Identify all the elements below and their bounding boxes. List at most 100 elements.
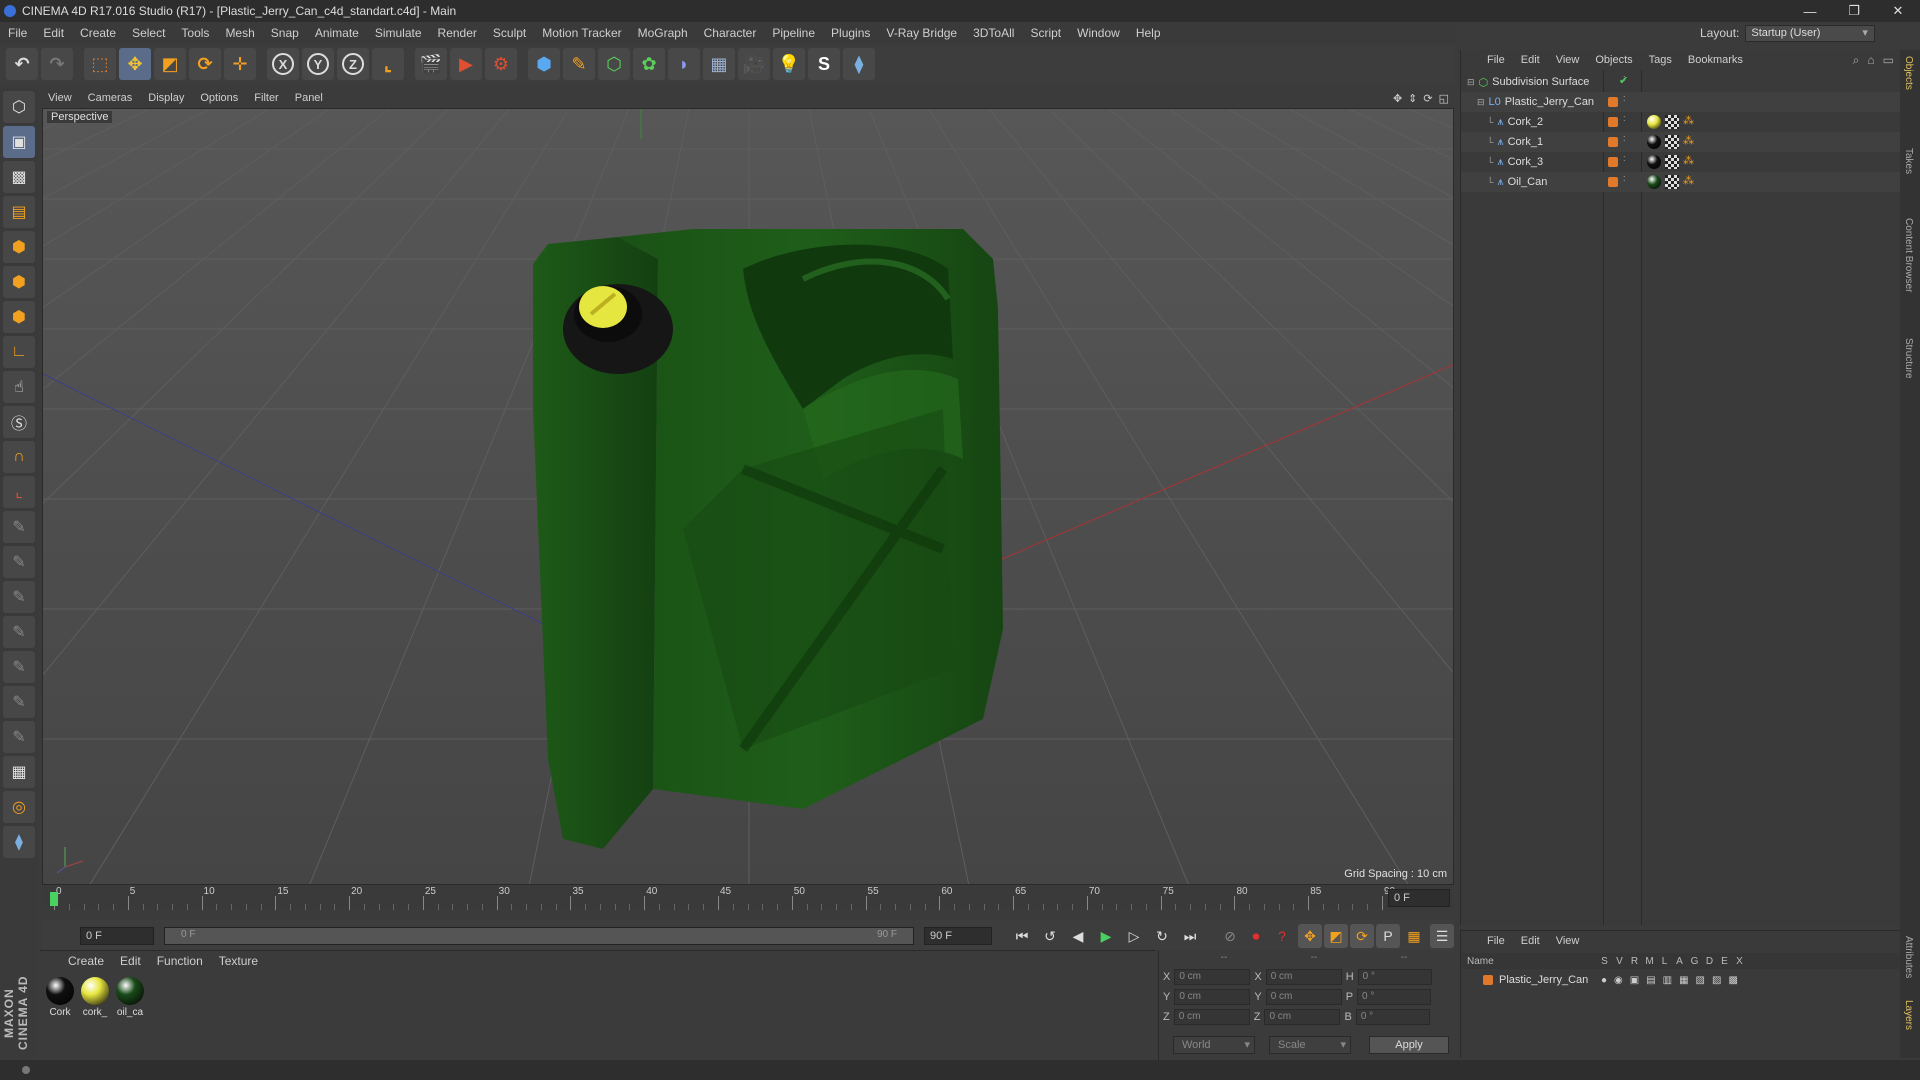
menu-simulate[interactable]: Simulate <box>367 26 430 40</box>
coordinate-system-button[interactable]: ⌞ <box>372 48 404 80</box>
key-position-button[interactable]: ✥ <box>1298 924 1322 948</box>
brush-tool-7[interactable]: ✎ <box>3 721 35 753</box>
layer-menu-edit[interactable]: Edit <box>1513 935 1548 947</box>
phong-tag-icon[interactable]: ⁂ <box>1683 154 1694 167</box>
key-rotation-button[interactable]: ⟳ <box>1350 924 1374 948</box>
right-tab-content-browser[interactable]: Content Browser <box>1903 218 1914 292</box>
coord-mode-dropdown[interactable]: Scale ▾ <box>1269 1036 1351 1054</box>
tree-expand-icon[interactable]: └ <box>1487 137 1493 147</box>
home-icon[interactable]: ⌂ <box>1867 53 1874 68</box>
deformer-button[interactable]: ◗ <box>668 48 700 80</box>
menu-mograph[interactable]: MoGraph <box>630 26 696 40</box>
material-swatch[interactable]: cork_ <box>79 977 111 1018</box>
menu-sculpt[interactable]: Sculpt <box>485 26 534 40</box>
layer-column-d[interactable]: D <box>1702 956 1717 967</box>
menu-mesh[interactable]: Mesh <box>217 26 262 40</box>
menu-pipeline[interactable]: Pipeline <box>764 26 823 40</box>
workplane-axis-button[interactable]: ⌞ <box>3 476 35 508</box>
right-tab-attributes[interactable]: Attributes <box>1903 936 1914 978</box>
layer-column-name[interactable]: Name <box>1467 956 1597 967</box>
motion-record-button[interactable]: ⊘ <box>1218 924 1242 948</box>
spline-pen-button[interactable]: ✎ <box>563 48 595 80</box>
record-keyframe-button[interactable]: ⏺ <box>1244 924 1268 948</box>
tree-expand-icon[interactable]: └ <box>1487 117 1493 127</box>
layer-menu-view[interactable]: View <box>1548 935 1588 947</box>
undo-button[interactable]: ↶ <box>6 48 38 80</box>
material-tag-icon[interactable] <box>1647 155 1661 169</box>
material-tag-icon[interactable] <box>1647 135 1661 149</box>
object-menu-tags[interactable]: Tags <box>1641 54 1680 66</box>
polygons-mode-button[interactable]: ⬢ <box>3 301 35 333</box>
visibility-dots-icon[interactable]: : <box>1623 94 1626 103</box>
menu-v-ray-bridge[interactable]: V-Ray Bridge <box>878 26 965 40</box>
tree-expand-icon[interactable]: └ <box>1487 177 1493 187</box>
move-view-icon[interactable]: ✥ <box>1393 92 1402 105</box>
material-menu-create[interactable]: Create <box>60 954 112 968</box>
menu-character[interactable]: Character <box>696 26 765 40</box>
material-menu-edit[interactable]: Edit <box>112 954 149 968</box>
menu-help[interactable]: Help <box>1128 26 1169 40</box>
coord-rotation-field[interactable]: 0 ° <box>1357 989 1432 1005</box>
coord-size-field[interactable]: 0 cm <box>1265 969 1342 985</box>
phong-tag-icon[interactable]: ⁂ <box>1683 174 1694 187</box>
make-editable-button[interactable]: ⬡ <box>3 91 35 123</box>
layer-column-x[interactable]: X <box>1732 956 1747 967</box>
brush-tool-5[interactable]: ✎ <box>3 651 35 683</box>
layer-column-a[interactable]: A <box>1672 956 1687 967</box>
menu-file[interactable]: File <box>0 26 35 40</box>
object-menu-file[interactable]: File <box>1479 54 1513 66</box>
object-menu-objects[interactable]: Objects <box>1587 54 1640 66</box>
menu-render[interactable]: Render <box>430 26 485 40</box>
menu-tools[interactable]: Tools <box>173 26 217 40</box>
menu-snap[interactable]: Snap <box>263 26 307 40</box>
layer-column-s[interactable]: S <box>1597 956 1612 967</box>
python-left-button[interactable]: ⧫ <box>3 826 35 858</box>
go-to-start-button[interactable]: ⏮ <box>1010 924 1034 948</box>
key-scale-button[interactable]: ◩ <box>1324 924 1348 948</box>
key-pla-button[interactable]: ▦ <box>1402 924 1426 948</box>
layer-row[interactable]: Plastic_Jerry_Can ●◉▣▤▥▦▧▨▩ <box>1461 971 1901 989</box>
layer-menu-file[interactable]: File <box>1479 935 1513 947</box>
menu-window[interactable]: Window <box>1069 26 1128 40</box>
brush-tool-6[interactable]: ✎ <box>3 686 35 718</box>
layer-column-r[interactable]: R <box>1627 956 1642 967</box>
viewport-menu-view[interactable]: View <box>40 92 80 104</box>
minimize-button[interactable]: — <box>1788 4 1832 19</box>
play-button[interactable]: ▶ <box>1094 924 1118 948</box>
coord-position-field[interactable]: 0 cm <box>1173 1009 1250 1025</box>
uvw-tag-icon[interactable] <box>1665 115 1679 129</box>
playhead[interactable] <box>50 892 58 906</box>
uvw-tag-icon[interactable] <box>1665 155 1679 169</box>
material-menu-function[interactable]: Function <box>149 954 211 968</box>
subdivision-button[interactable]: ⬡ <box>598 48 630 80</box>
key-parameter-button[interactable]: P <box>1376 924 1400 948</box>
rotate-view-icon[interactable]: ⟳ <box>1423 92 1432 105</box>
tweak-mode-button[interactable]: ☝ <box>3 371 35 403</box>
jerry-can-cap[interactable] <box>563 284 673 374</box>
viewport-menu-options[interactable]: Options <box>192 92 246 104</box>
script-button[interactable]: S <box>808 48 840 80</box>
brush-tool-3[interactable]: ✎ <box>3 581 35 613</box>
layer-column-m[interactable]: M <box>1642 956 1657 967</box>
visibility-dots-icon[interactable]: : <box>1623 154 1626 163</box>
floor-button[interactable]: ▦ <box>703 48 735 80</box>
grid-toggle-button[interactable]: ▦ <box>3 756 35 788</box>
previous-key-button[interactable]: ↺ <box>1038 924 1062 948</box>
uvw-tag-icon[interactable] <box>1665 135 1679 149</box>
texture-mode-button[interactable]: ▩ <box>3 161 35 193</box>
menu-3dtoall[interactable]: 3DToAll <box>965 26 1022 40</box>
z-axis-button[interactable]: Z <box>337 48 369 80</box>
visibility-dots-icon[interactable]: : <box>1623 114 1626 123</box>
coord-size-field[interactable]: 0 cm <box>1265 989 1342 1005</box>
render-view-button[interactable]: 🎬 <box>415 48 447 80</box>
coord-system-dropdown[interactable]: World ▾ <box>1173 1036 1255 1054</box>
python-button[interactable]: ⧫ <box>843 48 875 80</box>
points-mode-button[interactable]: ⬢ <box>3 231 35 263</box>
rotate-button[interactable]: ⟳ <box>189 48 221 80</box>
new-view-icon[interactable]: ▭ <box>1883 53 1894 68</box>
material-tag-icon[interactable] <box>1647 175 1661 189</box>
timeline-button[interactable]: ☰ <box>1430 924 1454 948</box>
workplane-mode-button[interactable]: ▤ <box>3 196 35 228</box>
object-menu-view[interactable]: View <box>1548 54 1588 66</box>
object-row[interactable]: └ ⩚ Cork_3: ⁂ <box>1461 152 1901 172</box>
